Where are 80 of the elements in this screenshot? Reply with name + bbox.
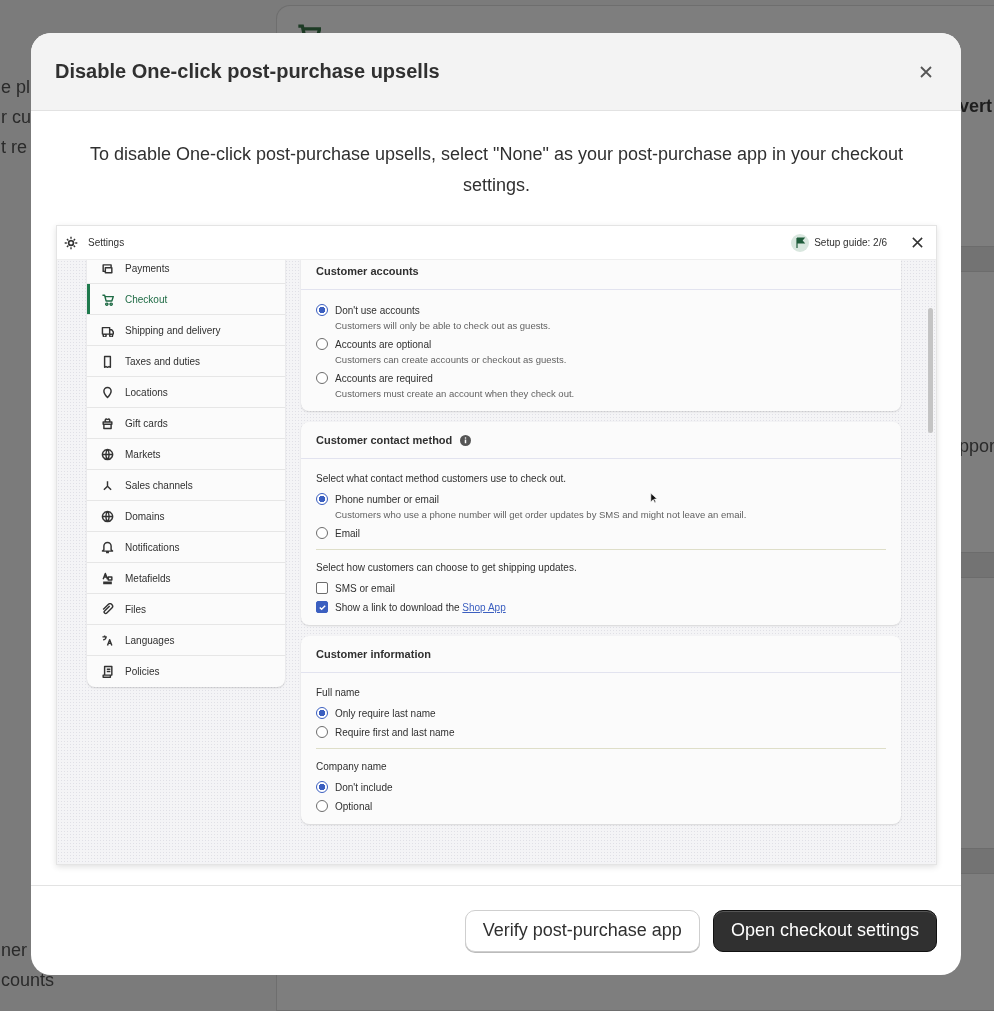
radio-button[interactable] [316,707,328,719]
sidebar-icon [101,354,114,368]
scrollbar[interactable] [928,308,933,433]
background-text: e pl [1,76,31,99]
close-icon [911,236,924,249]
shop-app-link[interactable]: Shop App [462,601,506,613]
option-label: Show a link to download the Shop App [335,601,506,613]
modal-description: To disable One-click post-purchase upsells, select "None" as your post-purchase app in your checkout settings. [88,143,905,197]
radio-button[interactable] [316,304,328,316]
group-label: Full name [316,687,361,698]
flag-icon [791,233,810,252]
primary-button[interactable]: Open checkout settings [712,909,937,952]
sidebar-item[interactable]: Languages [87,625,285,656]
radio-button[interactable] [316,372,328,384]
sidebar-item[interactable]: Locations [87,377,285,408]
background-heading: vert [959,96,993,117]
card-title: Customer accounts [316,265,419,277]
option-label: Don't use accounts [335,304,420,316]
sidebar-icon [101,478,114,492]
sidebar-item[interactable]: Policies [87,656,285,687]
card-title: Customer information [316,648,431,660]
modal-title: Disable One-click post-purchase upsells [55,60,441,83]
sidebar-item[interactable]: Domains [87,501,285,532]
background-text: counts [1,969,55,992]
sidebar-icon [101,292,114,306]
card-title: Customer contact method [316,434,453,446]
option-label: Accounts are optional [335,338,432,350]
sidebar-item[interactable]: Taxes and duties [87,346,285,377]
sidebar-item[interactable]: Gift cards [87,408,285,439]
sidebar-item[interactable]: Files [87,594,285,625]
group-label: Company name [316,761,388,772]
sidebar-item[interactable]: Notifications [87,532,285,563]
sidebar-icon [101,385,114,399]
option-label: Phone number or email [335,493,439,505]
sidebar-icon [101,540,114,554]
radio-button[interactable] [316,527,328,539]
sidebar-item[interactable]: Shipping and delivery [87,315,285,346]
option-label: Don't include [335,781,393,793]
sidebar-icon [101,509,114,523]
sidebar-icon [101,602,114,616]
group-label: Select what contact method customers use to check out. [316,473,568,484]
sidebar-icon [101,665,114,678]
close-button[interactable] [911,236,924,249]
option-label: Only require last name [335,707,436,719]
close-icon [919,64,933,79]
radio-button[interactable] [316,800,328,812]
checkbox[interactable] [316,582,328,594]
sidebar-item[interactable]: Checkout [87,284,285,315]
sidebar-icon [101,447,114,461]
option-hint: Customers can create accounts or checkout as guests. [335,354,567,365]
sidebar-icon [101,571,114,585]
settings-title: Settings [88,237,125,248]
background-text: r cu [1,106,31,129]
radio-button[interactable] [316,493,328,505]
sidebar-item[interactable]: Metafields [87,563,285,594]
option-hint: Customers must create an account when they check out. [335,388,575,399]
secondary-button[interactable]: Verify post-purchase app [464,909,700,952]
option-label: Optional [335,800,373,812]
option-label: Require first and last name [335,726,455,738]
sidebar-item[interactable]: Payments [87,260,285,284]
cursor-icon [650,492,658,504]
checkbox[interactable] [316,601,328,613]
option-hint: Customers will only be able to check out as guests. [335,320,551,331]
option-label: Accounts are required [335,372,433,384]
option-label: Email [335,527,360,539]
sidebar-icon [101,261,114,275]
sidebar-icon [101,416,114,430]
option-hint: Customers who use a phone number will get order updates by SMS and might not leave an email. [335,509,747,520]
radio-button[interactable] [316,781,328,793]
background-text: ner [1,939,27,962]
background-text: t re [1,136,27,159]
option-label: SMS or email [335,582,395,594]
radio-button[interactable] [316,338,328,350]
radio-button[interactable] [316,726,328,738]
sidebar-icon [101,633,114,647]
info-icon [460,434,472,446]
group-label: Select how customers can choose to get shipping updates. [316,562,578,573]
setup-guide-button[interactable]: Setup guide: 2/6 [791,233,887,252]
sidebar-item[interactable]: Markets [87,439,285,470]
sidebar-item[interactable]: Sales channels [87,470,285,501]
